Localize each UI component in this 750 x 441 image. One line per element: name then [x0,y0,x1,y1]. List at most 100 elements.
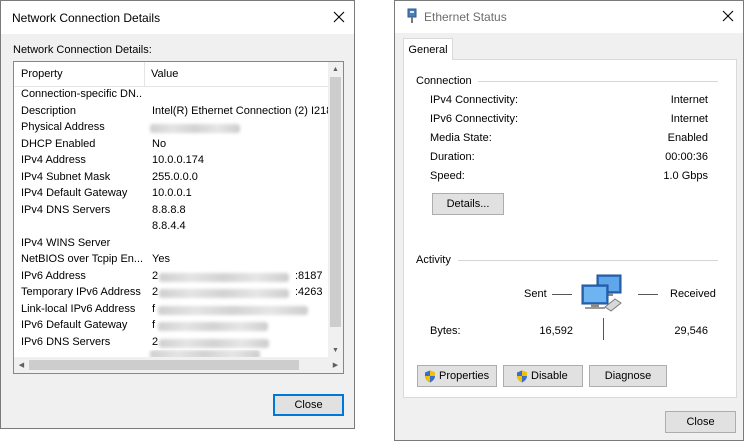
row-property: IPv4 WINS Server [21,236,111,249]
row-value: 8.8.4.4 [152,220,186,232]
close-icon[interactable] [328,6,350,28]
received-label: Received [670,288,716,300]
row-property: Connection-specific DN... [21,88,143,100]
horizontal-scrollbar[interactable]: ◀ ▶ [14,357,343,373]
received-line [638,294,658,295]
shield-icon [516,370,528,383]
close-icon[interactable] [717,5,739,27]
ethernet-app-icon [406,8,418,24]
table-row[interactable]: Description Intel(R) Ethernet Connection… [14,104,343,120]
group-divider [458,260,718,261]
table-row[interactable]: Physical Address [14,120,328,136]
scroll-up-icon[interactable]: ▲ [328,62,343,77]
table-row[interactable]: IPv4 Subnet Mask 255.0.0.0 [14,170,328,186]
sent-line [552,294,572,295]
details-button[interactable]: Details... [432,193,504,215]
row-value: Yes [152,253,170,265]
row-property: NetBIOS over Tcpip En... [21,253,143,265]
duration-label: Duration: [430,151,475,163]
row-property: IPv6 DNS Servers [21,335,111,348]
connection-group-label: Connection [416,75,478,87]
table-row[interactable]: IPv6 Address 2 :8187 [14,269,328,285]
scroll-down-icon[interactable]: ▼ [328,343,343,358]
redacted-value [159,272,289,282]
speed-label: Speed: [430,170,465,182]
table-row[interactable]: NetBIOS over Tcpip En... Yes [14,252,328,268]
scroll-right-icon[interactable]: ▶ [328,357,343,373]
row-value: 2 [152,335,159,348]
row-property: IPv4 Subnet Mask [21,170,111,183]
table-row[interactable]: IPv6 Default Gateway f [14,318,328,334]
redacted-value [158,322,268,331]
ipv4-connectivity-value: Internet [670,94,708,106]
tab-general[interactable]: General [403,38,453,60]
title-bar: Ethernet Status [395,1,743,33]
dialog-title: Ethernet Status [424,10,507,24]
close-button[interactable]: Close [665,411,736,433]
group-divider [469,81,718,82]
row-value: Intel(R) Ethernet Connection (2) I218-V [152,104,344,117]
disable-button-label: Disable [531,370,568,382]
row-property: IPv4 Default Gateway [21,187,128,199]
table-row[interactable]: IPv4 WINS Server [14,236,328,252]
activity-divider [603,318,604,340]
ipv6-connectivity-value: Internet [670,113,708,125]
duration-value: 00:00:36 [665,151,708,163]
row-value-suffix: :4263 [295,286,323,298]
table-row[interactable]: 8.8.4.4 [14,219,328,235]
dialog-title: Network Connection Details [12,11,161,25]
media-state-value: Enabled [667,132,708,144]
table-row[interactable]: IPv4 DNS Servers 8.8.8.8 [14,203,328,219]
row-value: 2 [152,286,159,298]
scroll-thumb[interactable] [330,77,341,327]
table-row[interactable]: IPv6 DNS Servers 2 [14,335,328,351]
table-row[interactable]: IPv4 Address 10.0.0.174 [14,153,328,169]
ethernet-status-dialog: Ethernet Status General Connection IPv4 … [394,0,744,441]
section-label: Network Connection Details: [13,44,152,56]
scroll-left-icon[interactable]: ◀ [14,357,29,373]
close-button[interactable]: Close [273,394,344,416]
column-header-value[interactable]: Value [151,68,178,80]
sent-label: Sent [524,288,547,300]
table-row[interactable]: Temporary IPv6 Address 2 :4263 [14,285,328,301]
row-property: Temporary IPv6 Address [21,286,141,298]
vertical-scrollbar[interactable]: ▲ ▼ [328,62,343,358]
general-tab-panel: Connection IPv4 Connectivity: Internet I… [403,59,737,398]
redacted-value [159,338,269,348]
table-row[interactable]: DHCP Enabled No [14,137,328,153]
row-property: IPv6 Default Gateway [21,319,128,331]
speed-value: 1.0 Gbps [663,170,708,182]
column-header-property[interactable]: Property [21,68,63,80]
table-row[interactable]: IPv4 Default Gateway 10.0.0.1 [14,186,328,202]
bytes-label: Bytes: [430,325,461,337]
scroll-thumb[interactable] [29,360,299,370]
activity-group-label: Activity [416,254,457,266]
row-value: f [152,319,156,331]
row-value: No [152,137,167,150]
details-list[interactable]: Property Value Connection-specific DN...… [13,61,344,374]
row-value: 8.8.8.8 [152,203,186,216]
row-property: IPv6 Address [21,269,86,282]
row-value: 255.0.0.0 [152,170,198,183]
table-row[interactable]: Link-local IPv6 Address f [14,302,328,318]
properties-button[interactable]: Properties [417,365,497,387]
row-value-suffix: :8187 [295,269,323,282]
list-header: Property Value [14,62,343,87]
row-property: IPv4 DNS Servers [21,203,111,216]
table-row[interactable]: Connection-specific DN... [14,87,328,103]
ipv6-connectivity-label: IPv6 Connectivity: [430,113,519,125]
row-value: 10.0.0.174 [152,154,204,166]
network-computers-icon [581,273,625,320]
bytes-sent-value: 16,592 [539,325,573,337]
media-state-label: Media State: [430,132,492,144]
row-value: 2 [152,269,159,282]
shield-icon [424,370,436,383]
column-divider[interactable] [144,62,145,87]
diagnose-button[interactable]: Diagnose [589,365,667,387]
ipv4-connectivity-label: IPv4 Connectivity: [430,94,519,106]
disable-button[interactable]: Disable [503,365,583,387]
redacted-value [159,289,289,298]
row-property: Description [21,104,77,117]
row-value: 10.0.0.1 [152,187,192,199]
network-connection-details-dialog: Network Connection Details Network Conne… [0,0,355,429]
